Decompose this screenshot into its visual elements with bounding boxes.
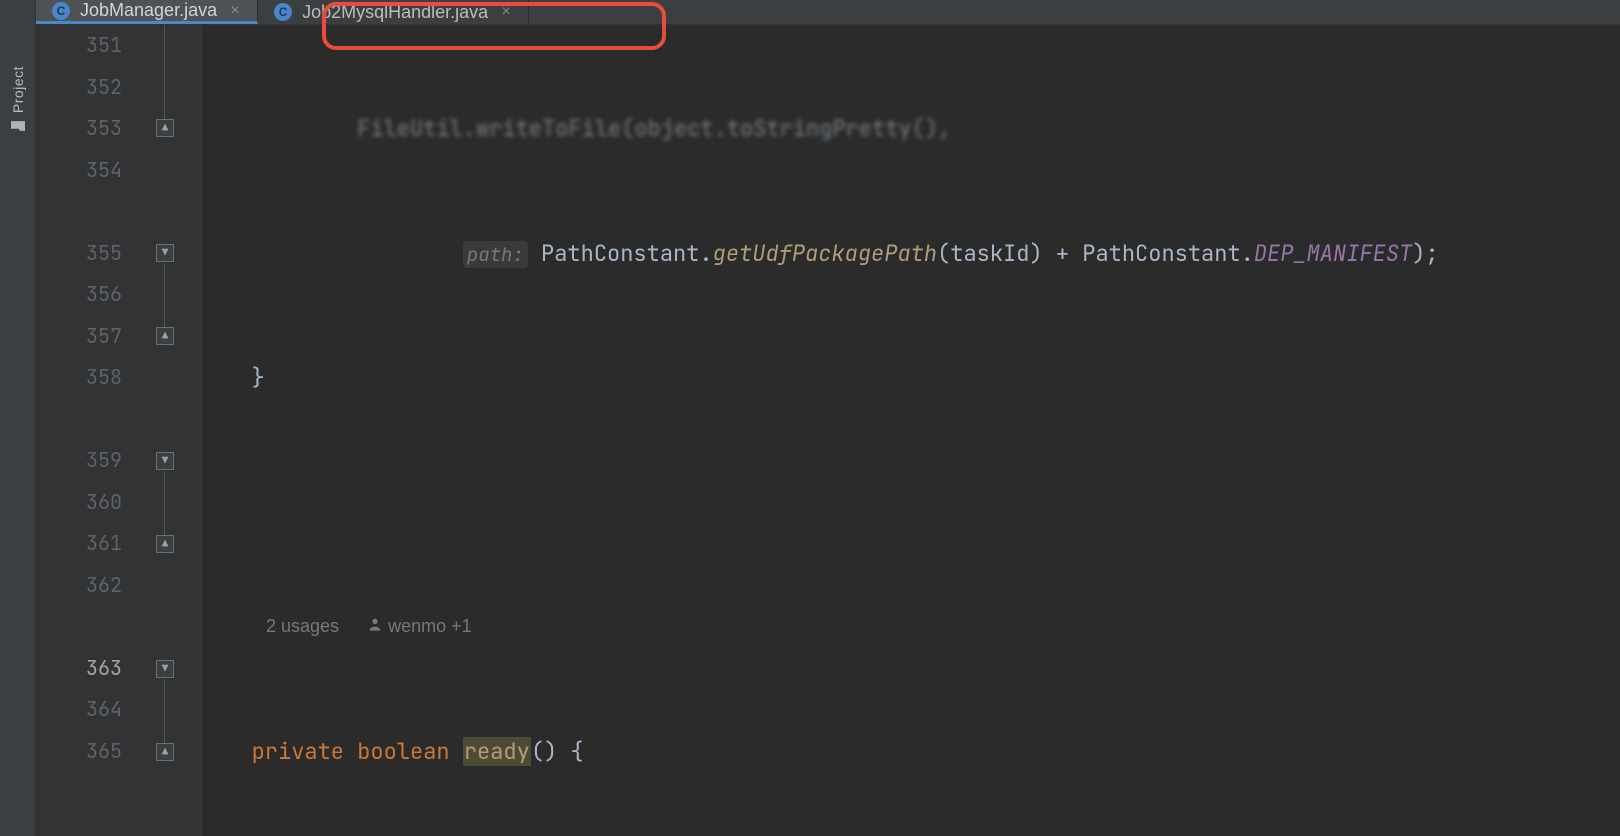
fold-toggle[interactable]: ▼ — [156, 244, 174, 262]
code-line: } — [202, 357, 1620, 399]
java-class-icon: C — [52, 2, 70, 20]
tab-label: JobManager.java — [80, 0, 217, 21]
fold-toggle[interactable]: ▲ — [156, 119, 174, 137]
line-number — [36, 399, 122, 441]
fold-toggle[interactable]: ▼ — [156, 660, 174, 678]
fold-toggle[interactable]: ▲ — [156, 535, 174, 553]
line-number: 362 — [36, 565, 122, 607]
line-number — [36, 191, 122, 233]
code-editor[interactable]: 351 352 353 354 355 356 357 358 359 360 … — [36, 25, 1620, 836]
editor-area: C JobManager.java × C Job2MysqlHandler.j… — [36, 0, 1620, 836]
line-number: 353 — [36, 108, 122, 150]
line-number: 354 — [36, 150, 122, 192]
sidebar-label-project[interactable]: Project — [10, 66, 26, 113]
line-number: 355 — [36, 233, 122, 275]
code-line: FileUtil.writeToFile(object.toStringPret… — [202, 108, 1620, 150]
close-icon[interactable]: × — [227, 2, 243, 20]
code-line — [202, 482, 1620, 524]
tab-job2mysqlhandler[interactable]: C Job2MysqlHandler.java × — [258, 0, 529, 24]
line-number: 363 — [36, 648, 122, 690]
inlay-hint[interactable]: 2 usages wenmo +1 — [202, 606, 1620, 648]
line-number: 356 — [36, 274, 122, 316]
java-class-icon: C — [274, 3, 292, 21]
project-tool-window[interactable]: Project — [0, 0, 36, 836]
editor-tabs: C JobManager.java × C Job2MysqlHandler.j… — [36, 0, 1620, 25]
line-number — [36, 606, 122, 648]
line-number: 361 — [36, 523, 122, 565]
person-icon — [367, 616, 383, 632]
line-number: 359 — [36, 440, 122, 482]
tab-jobmanager[interactable]: C JobManager.java × — [36, 0, 258, 24]
line-number: 352 — [36, 67, 122, 109]
line-number: 358 — [36, 357, 122, 399]
line-number: 351 — [36, 25, 122, 67]
code-line: path: PathConstant.getUdfPackagePath(tas… — [202, 233, 1620, 275]
line-number: 365 — [36, 731, 122, 773]
fold-toggle[interactable]: ▲ — [156, 743, 174, 761]
line-number: 357 — [36, 316, 122, 358]
code-line: private boolean ready() { — [202, 731, 1620, 773]
fold-toggle[interactable]: ▲ — [156, 327, 174, 345]
line-number-gutter: 351 352 353 354 355 356 357 358 359 360 … — [36, 25, 146, 836]
line-number: 360 — [36, 482, 122, 524]
line-number: 364 — [36, 689, 122, 731]
close-icon[interactable]: × — [498, 3, 514, 21]
fold-gutter: ▲ ▼ ▲ ▼ ▲ ▼ ▲ — [146, 25, 202, 836]
code-content[interactable]: FileUtil.writeToFile(object.toStringPret… — [202, 25, 1620, 836]
tab-label: Job2MysqlHandler.java — [302, 2, 488, 23]
fold-toggle[interactable]: ▼ — [156, 452, 174, 470]
folder-icon — [9, 119, 27, 133]
